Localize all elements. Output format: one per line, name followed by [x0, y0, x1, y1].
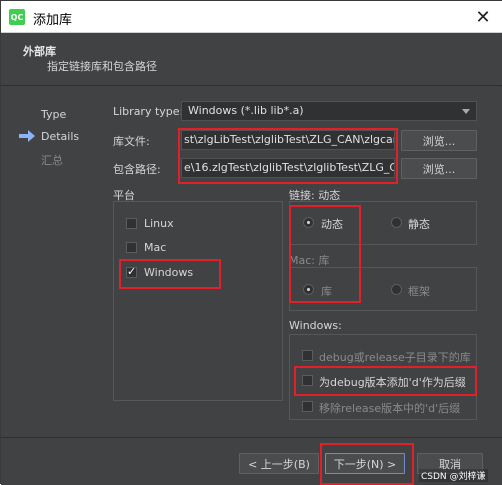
next-button[interactable]: 下一步(N) >: [325, 453, 405, 474]
subdir-checkbox[interactable]: [302, 350, 313, 361]
subdir-label: debug或release子目录下的库: [319, 351, 471, 364]
mac-label: Mac: [144, 241, 167, 254]
mac-group: [289, 267, 477, 311]
wizard-header: 外部库 指定链接库和包含路径: [1, 34, 502, 86]
static-radio[interactable]: [391, 217, 402, 228]
page-subtitle: 指定链接库和包含路径: [47, 60, 157, 73]
include-path-label: 包含路径:: [113, 163, 161, 176]
step-type: Type: [41, 108, 67, 121]
dynamic-radio[interactable]: [303, 217, 314, 228]
library-file-value: st\zlgLibTest\zlglibTest\ZLG_CAN\zlgcan.…: [184, 133, 395, 146]
mac-title: Mac: 库: [289, 254, 330, 267]
library-file-label: 库文件:: [113, 135, 150, 148]
window-title: 添加库: [33, 13, 73, 28]
step-summary: 汇总: [41, 154, 63, 167]
add-library-dialog: QC 添加库 ✕ 外部库 指定链接库和包含路径 Type Details 汇总 …: [0, 0, 502, 485]
remove-suffix-checkbox[interactable]: [302, 401, 313, 412]
debug-suffix-label: 为debug版本添加'd'作为后缀: [319, 376, 466, 389]
include-path-input[interactable]: e\16.zlgTest\zlglibTest\zlglibTest\ZLG_C…: [181, 158, 395, 178]
title-bar: QC 添加库 ✕: [1, 1, 502, 33]
watermark-text: CSDN @刘梓谦: [419, 469, 488, 482]
browse-library-button[interactable]: 浏览...: [401, 130, 477, 151]
library-type-value: Windows (*.lib lib*.a): [188, 104, 304, 117]
platform-group: [113, 201, 283, 401]
current-step-arrow-icon: [19, 130, 35, 142]
library-type-label: Library type:: [113, 105, 184, 118]
step-details: Details: [41, 130, 80, 143]
linkage-group: [289, 201, 477, 245]
mac-framework-radio[interactable]: [391, 284, 402, 295]
mac-checkbox[interactable]: [126, 242, 137, 253]
browse-include-button[interactable]: 浏览...: [401, 158, 477, 179]
windows-checkbox[interactable]: [126, 265, 137, 278]
close-icon[interactable]: ✕: [471, 5, 495, 29]
include-path-value: e\16.zlgTest\zlglibTest\zlglibTest\ZLG_C…: [184, 161, 395, 174]
mac-framework-label: 框架: [408, 285, 430, 298]
remove-suffix-label: 移除release版本中的'd'后缀: [319, 402, 461, 415]
dynamic-label: 动态: [321, 218, 343, 231]
linux-label: Linux: [144, 217, 174, 230]
back-button[interactable]: < 上一步(B): [239, 453, 319, 474]
linux-checkbox[interactable]: [126, 218, 137, 229]
library-file-input[interactable]: st\zlgLibTest\zlglibTest\ZLG_CAN\zlgcan.…: [181, 130, 395, 150]
windows-label: Windows: [144, 266, 194, 279]
page-title: 外部库: [23, 45, 56, 58]
library-type-select[interactable]: Windows (*.lib lib*.a): [181, 101, 477, 121]
windows-options-title: Windows:: [289, 319, 342, 332]
static-label: 静态: [408, 218, 430, 231]
chevron-down-icon: [462, 109, 470, 114]
mac-library-label: 库: [321, 285, 332, 298]
qt-creator-logo-icon: QC: [9, 9, 25, 25]
debug-suffix-checkbox[interactable]: [302, 375, 313, 386]
mac-library-radio[interactable]: [303, 284, 314, 295]
